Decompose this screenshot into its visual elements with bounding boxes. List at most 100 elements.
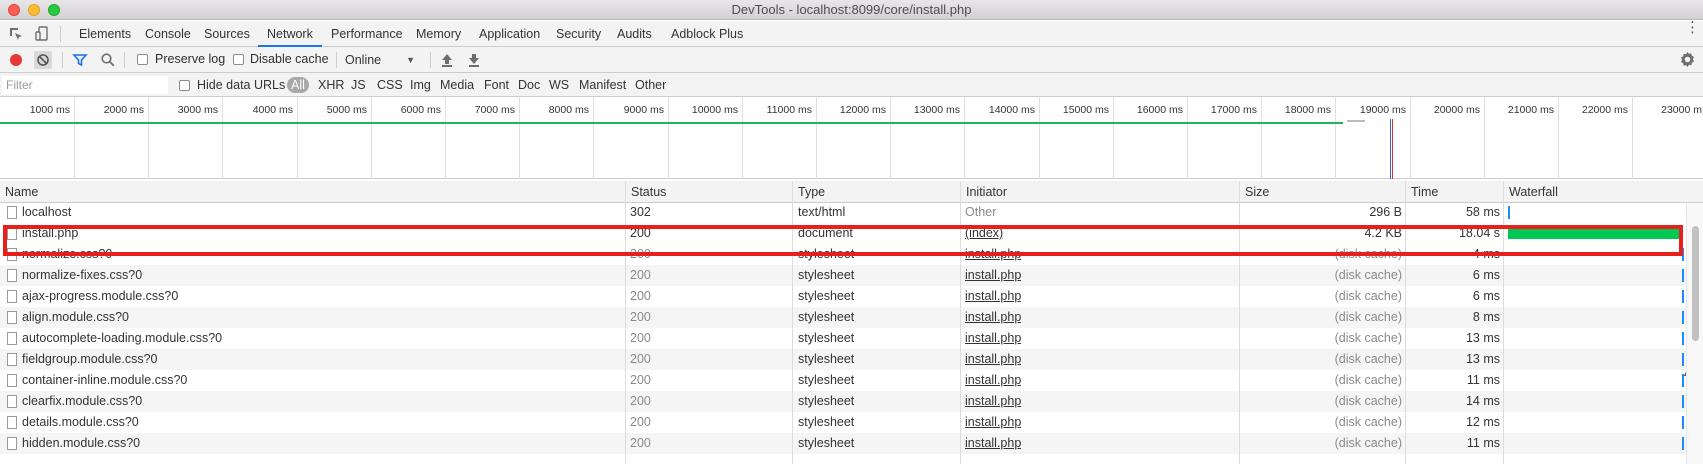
filter-icon[interactable] (72, 52, 88, 68)
close-window-button[interactable] (8, 4, 20, 16)
filter-type-doc[interactable]: Doc (518, 73, 540, 97)
filter-type-ws[interactable]: WS (549, 73, 569, 97)
filter-type-xhr[interactable]: XHR (318, 73, 344, 97)
import-har-icon[interactable] (440, 52, 454, 68)
column-header-type[interactable]: Type (793, 181, 825, 203)
column-header-time[interactable]: Time (1406, 181, 1438, 203)
column-header-status[interactable]: Status (626, 181, 666, 203)
search-icon[interactable] (100, 52, 116, 68)
request-initiator[interactable]: install.php (965, 433, 1021, 454)
clear-button[interactable] (33, 50, 53, 70)
request-name[interactable]: install.php (22, 223, 622, 244)
request-initiator[interactable]: install.php (965, 349, 1021, 370)
request-name[interactable]: localhost (22, 204, 622, 223)
column-divider[interactable] (1503, 181, 1504, 464)
column-header-name[interactable]: Name (0, 181, 38, 203)
network-toolbar: Preserve log Disable cache Online ▼ (0, 47, 1703, 73)
tab-network[interactable]: Network (258, 21, 322, 47)
device-toolbar-icon[interactable] (34, 26, 50, 42)
tab-audits[interactable]: Audits (608, 21, 661, 47)
table-row[interactable]: normalize-fixes.css?0 200 stylesheet instal… (0, 265, 1690, 286)
table-row[interactable]: ajax-progress.module.css?0 200 stylesheet i… (0, 286, 1690, 307)
table-row[interactable]: hidden.module.css?0 200 stylesheet install.… (0, 433, 1690, 454)
table-row[interactable]: details.module.css?0 200 stylesheet install… (0, 412, 1690, 433)
table-row[interactable]: clearfix.module.css?0 200 stylesheet instal… (0, 391, 1690, 412)
overview-tick-label: 4000 ms (252, 104, 293, 116)
table-row[interactable]: align.module.css?0 200 stylesheet install.p… (0, 307, 1690, 328)
minimize-window-button[interactable] (28, 4, 40, 16)
request-name[interactable]: ajax-progress.module.css?0 (22, 286, 622, 307)
table-row[interactable]: normalize.css?0 200 stylesheet install.php (… (0, 244, 1690, 265)
request-name[interactable]: container-inline.module.css?0 (22, 370, 622, 391)
overview-tick-label: 12000 ms (839, 104, 886, 116)
filter-type-manifest[interactable]: Manifest (579, 73, 626, 97)
request-initiator[interactable]: install.php (965, 265, 1021, 286)
tab-memory[interactable]: Memory (407, 21, 470, 47)
hide-data-urls-checkbox[interactable] (179, 79, 190, 93)
tab-performance[interactable]: Performance (322, 21, 412, 47)
column-divider[interactable] (792, 181, 793, 464)
request-name[interactable]: autocomplete-loading.module.css?0 (22, 328, 622, 349)
request-size: (disk cache) (1334, 289, 1402, 303)
request-name[interactable]: hidden.module.css?0 (22, 433, 622, 454)
throttling-select[interactable]: Online ▼ (345, 51, 421, 69)
inspect-element-icon[interactable] (8, 26, 24, 42)
maximize-window-button[interactable] (48, 4, 60, 16)
tab-elements[interactable]: Elements (70, 21, 140, 47)
request-name[interactable]: fieldgroup.module.css?0 (22, 349, 622, 370)
tab-application[interactable]: Application (470, 21, 549, 47)
request-initiator[interactable]: install.php (965, 391, 1021, 412)
more-options-icon[interactable]: ⋮ (1685, 20, 1700, 35)
request-initiator[interactable]: install.php (965, 412, 1021, 433)
table-row[interactable]: localhost 302 text/html Other 296 B 58 ms (0, 204, 1690, 223)
tab-sources[interactable]: Sources (195, 21, 259, 47)
column-divider[interactable] (1405, 181, 1406, 464)
table-row[interactable]: autocomplete-loading.module.css?0 200 styl… (0, 328, 1690, 349)
column-header-initiator[interactable]: Initiator (961, 181, 1007, 203)
request-name[interactable]: clearfix.module.css?0 (22, 391, 622, 412)
request-initiator[interactable]: install.php (965, 370, 1021, 391)
filter-type-other[interactable]: Other (635, 73, 666, 97)
settings-gear-icon[interactable] (1679, 51, 1696, 68)
overview-tick-label: 1000 ms (29, 104, 70, 116)
request-initiator[interactable]: install.php (965, 244, 1021, 265)
column-divider[interactable] (1239, 181, 1240, 464)
request-initiator[interactable]: (index) (965, 223, 1003, 244)
filter-type-font[interactable]: Font (484, 73, 509, 97)
tab-console[interactable]: Console (136, 21, 200, 47)
table-row[interactable]: fieldgroup.module.css?0 200 stylesheet inst… (0, 349, 1690, 370)
table-row[interactable]: container-inline.module.css?0 200 styleshe… (0, 370, 1690, 391)
filter-type-img[interactable]: Img (410, 73, 431, 97)
request-initiator[interactable]: install.php (965, 307, 1021, 328)
request-name[interactable]: normalize.css?0 (22, 244, 622, 265)
tab-security[interactable]: Security (547, 21, 610, 47)
scrollbar-thumb[interactable] (1692, 226, 1699, 341)
request-initiator[interactable]: install.php (965, 328, 1021, 349)
export-har-icon[interactable] (467, 52, 481, 68)
network-overview-timeline[interactable]: 1000 ms 2000 ms 3000 ms 4000 ms 5000 ms 6000 … (0, 97, 1703, 179)
record-button[interactable] (8, 52, 24, 68)
vertical-scrollbar[interactable] (1686, 204, 1703, 464)
column-divider[interactable] (960, 181, 961, 464)
request-type: stylesheet (798, 394, 855, 408)
column-header-size[interactable]: Size (1240, 181, 1269, 203)
file-icon (7, 227, 17, 240)
request-name[interactable]: details.module.css?0 (22, 412, 622, 433)
request-type: stylesheet (798, 268, 855, 282)
filter-input[interactable] (2, 76, 168, 94)
filter-type-all[interactable]: All (287, 77, 309, 93)
column-header-waterfall[interactable]: Waterfall (1504, 181, 1558, 203)
divider (430, 52, 431, 68)
filter-type-css[interactable]: CSS (377, 73, 403, 97)
tab-adblock-plus[interactable]: Adblock Plus (662, 21, 752, 47)
preserve-log-checkbox[interactable] (137, 53, 148, 67)
overview-tick-label: 8000 ms (548, 104, 589, 116)
disable-cache-checkbox[interactable] (233, 53, 244, 67)
filter-type-js[interactable]: JS (351, 73, 366, 97)
filter-type-media[interactable]: Media (440, 73, 474, 97)
request-initiator[interactable]: install.php (965, 286, 1021, 307)
request-name[interactable]: align.module.css?0 (22, 307, 622, 328)
table-row[interactable]: install.php 200 document (index) 4.2 KB 18.04… (0, 223, 1690, 244)
column-divider[interactable] (625, 181, 626, 464)
request-name[interactable]: normalize-fixes.css?0 (22, 265, 622, 286)
